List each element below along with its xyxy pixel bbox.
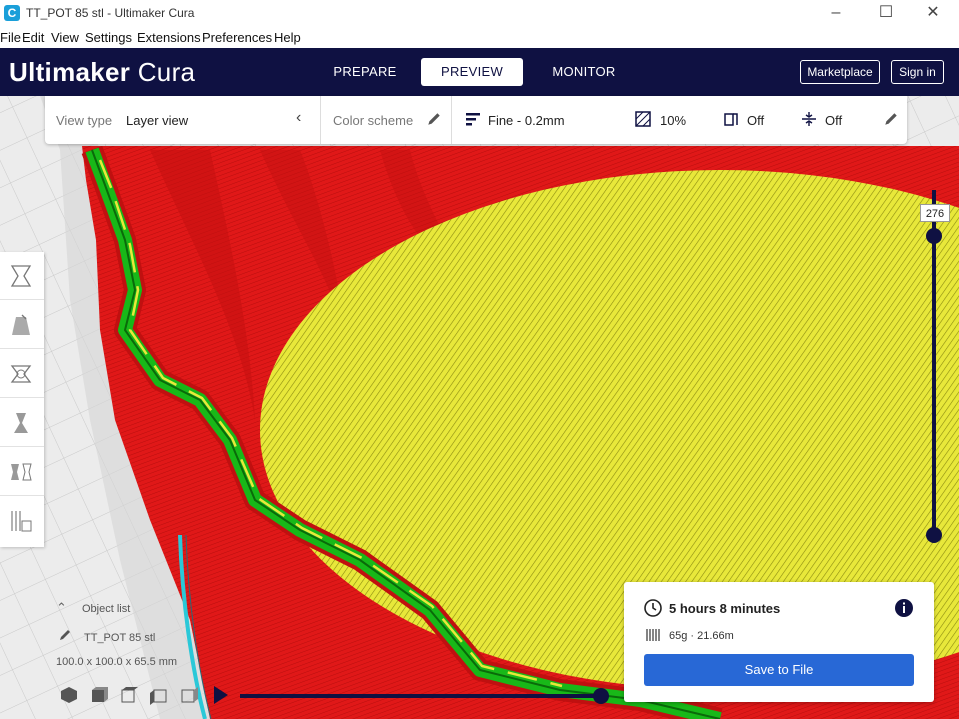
window-title-bar: C TT_POT 85 stl - Ultimaker Cura – ☐ ✕ xyxy=(0,0,959,28)
support-value[interactable]: Off xyxy=(747,113,764,128)
print-time-estimate: 5 hours 8 minutes xyxy=(669,601,781,616)
menu-settings[interactable]: Settings xyxy=(85,30,132,45)
right-view-button[interactable] xyxy=(178,684,200,706)
mirror-tool-button[interactable] xyxy=(0,399,44,447)
divider xyxy=(320,96,321,144)
sign-in-button[interactable]: Sign in xyxy=(891,60,944,84)
support-blocker-button[interactable] xyxy=(0,497,44,545)
pencil-icon[interactable] xyxy=(426,110,442,128)
adhesion-icon xyxy=(802,112,816,126)
menu-edit[interactable]: Edit xyxy=(22,30,44,45)
top-view-button[interactable] xyxy=(118,684,140,706)
menu-view[interactable]: View xyxy=(51,30,79,45)
path-slider-handle[interactable] xyxy=(593,688,609,704)
view-settings-bar: View type Layer view ‹ Color scheme Fine… xyxy=(45,96,907,144)
material-estimate: 65g · 21.66m xyxy=(669,630,734,642)
object-dimensions: 100.0 x 100.0 x 65.5 mm xyxy=(56,656,178,668)
app-header: Ultimaker Cura PREPARE PREVIEW MONITOR M… xyxy=(0,48,959,96)
chevron-left-icon[interactable]: ‹ xyxy=(296,109,301,127)
path-slider-track[interactable] xyxy=(240,694,606,698)
print-info-panel: 5 hours 8 minutes 65g · 21.66m Save to F… xyxy=(624,582,934,702)
object-list-title[interactable]: Object list xyxy=(82,603,130,615)
print-profile-select[interactable]: Fine - 0.2mm xyxy=(488,113,565,128)
menu-preferences[interactable]: Preferences xyxy=(202,30,272,45)
scale-tool-button[interactable] xyxy=(0,301,44,349)
pencil-icon[interactable] xyxy=(58,628,72,642)
play-icon[interactable] xyxy=(214,686,228,704)
left-view-button[interactable] xyxy=(148,684,170,706)
layer-number-field[interactable]: 276 xyxy=(920,204,950,222)
menu-bar: File Edit View Settings Extensions Prefe… xyxy=(0,28,959,48)
cura-app-icon: C xyxy=(4,5,20,21)
view-type-label: View type xyxy=(56,113,113,128)
info-icon[interactable] xyxy=(894,598,914,618)
support-icon xyxy=(724,113,738,126)
scale-icon xyxy=(12,314,30,335)
menu-help[interactable]: Help xyxy=(274,30,301,45)
brand-logo: Ultimaker Cura xyxy=(9,57,196,87)
clock-icon xyxy=(644,599,662,617)
mirror-icon xyxy=(14,413,28,433)
infill-value[interactable]: 10% xyxy=(660,113,686,128)
spool-icon xyxy=(646,629,660,641)
tab-prepare[interactable]: PREPARE xyxy=(320,58,410,86)
rotate-tool-button[interactable] xyxy=(0,350,44,398)
adhesion-value[interactable]: Off xyxy=(825,113,842,128)
color-scheme-button[interactable]: Color scheme xyxy=(333,113,413,128)
menu-file[interactable]: File xyxy=(0,30,21,45)
marketplace-button[interactable]: Marketplace xyxy=(800,60,880,84)
maximize-icon[interactable]: ☐ xyxy=(871,3,901,23)
support-blocker-icon xyxy=(11,511,32,532)
infill-icon xyxy=(635,111,651,127)
pencil-icon[interactable] xyxy=(883,110,899,128)
view-type-select[interactable]: Layer view xyxy=(126,113,188,128)
layer-slider-lower-handle[interactable] xyxy=(926,527,942,543)
3d-view-button[interactable] xyxy=(58,684,80,706)
window-title: TT_POT 85 stl - Ultimaker Cura xyxy=(26,6,195,20)
tool-panel xyxy=(0,252,44,547)
per-model-icon xyxy=(11,463,32,481)
layer-slider-upper-handle[interactable] xyxy=(926,228,942,244)
front-view-button[interactable] xyxy=(88,684,110,706)
minimize-icon[interactable]: – xyxy=(821,3,851,23)
tab-monitor[interactable]: MONITOR xyxy=(538,58,630,86)
move-tool-button[interactable] xyxy=(0,252,44,300)
close-icon[interactable]: ✕ xyxy=(918,3,948,23)
save-to-file-button[interactable]: Save to File xyxy=(644,654,914,686)
object-list-panel: ⌃ Object list TT_POT 85 stl 100.0 x 100.… xyxy=(56,598,236,678)
move-icon xyxy=(10,265,32,287)
tab-preview[interactable]: PREVIEW xyxy=(421,58,523,86)
profile-icon xyxy=(466,113,480,126)
menu-extensions[interactable]: Extensions xyxy=(137,30,201,45)
per-model-settings-button[interactable] xyxy=(0,448,44,496)
object-name[interactable]: TT_POT 85 stl xyxy=(84,632,155,644)
chevron-up-icon[interactable]: ⌃ xyxy=(56,600,67,616)
divider xyxy=(451,96,452,144)
rotate-icon xyxy=(10,365,32,383)
